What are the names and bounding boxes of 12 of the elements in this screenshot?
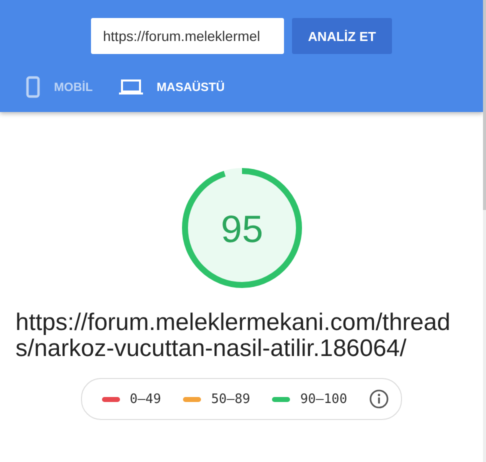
legend-range: 0–49 [130,392,162,406]
url-field[interactable]: https://forum.meleklermel [91,18,284,54]
laptop-icon [118,79,143,95]
legend-range: 50–89 [211,392,250,406]
analyze-button[interactable]: ANALİZ ET [292,18,392,54]
score-gauge: 95 [180,166,304,290]
page-url: https://forum.meleklermekani.com/threads/narkoz-vucuttan-nasil-atilir.186064/ [16,310,452,362]
device-tab[interactable]: MASAÜSTÜ [118,76,225,98]
legend-range: 90–100 [300,392,348,406]
info-icon[interactable] [369,389,390,409]
phone-icon [26,76,40,98]
scrollbar[interactable] [483,0,486,462]
